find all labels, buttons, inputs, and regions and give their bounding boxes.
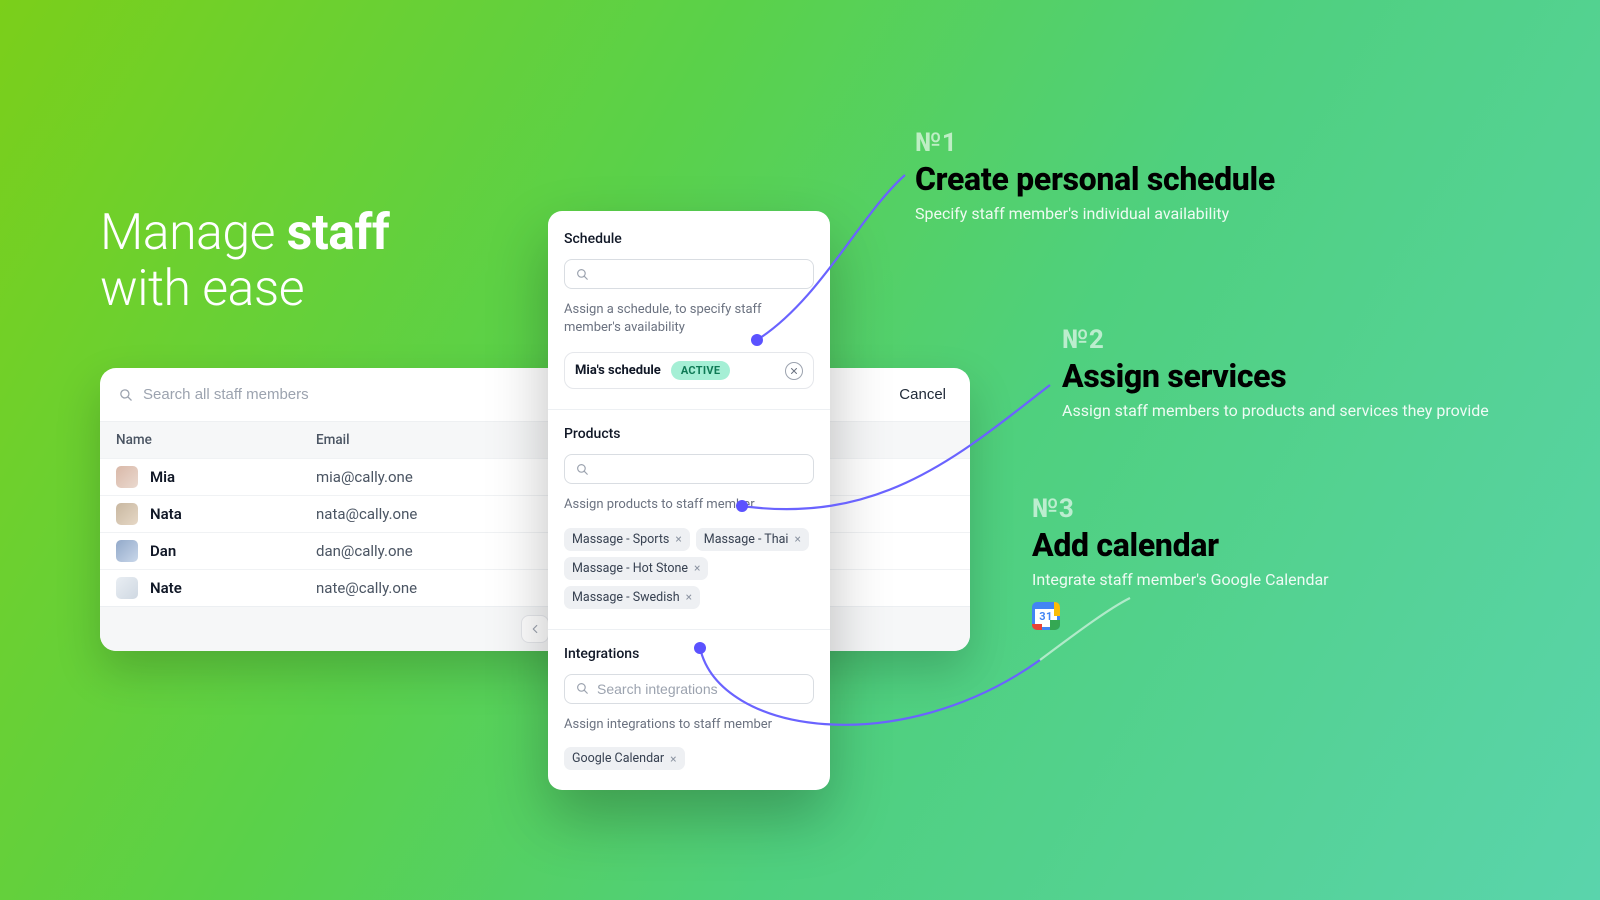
chip-label: Massage - Hot Stone — [572, 561, 688, 576]
callout-1: №1 Create personal schedule Specify staf… — [915, 128, 1275, 224]
table-row[interactable]: Nata nata@cally.one — [100, 495, 970, 532]
callout-desc: Assign staff members to products and ser… — [1062, 401, 1489, 421]
chip-label: Massage - Swedish — [572, 590, 680, 605]
schedule-section-title: Schedule — [564, 231, 814, 247]
chip-remove-icon[interactable]: × — [670, 753, 676, 765]
staff-detail-card: Schedule Assign a schedule, to specify s… — [548, 211, 830, 790]
product-chip[interactable]: Massage - Hot Stone × — [564, 557, 708, 580]
staff-name: Nata — [150, 505, 182, 523]
search-icon — [575, 462, 589, 477]
staff-table-header: Name Email — [100, 421, 970, 458]
schedule-item[interactable]: Mia's schedule ACTIVE — [564, 352, 814, 389]
chip-label: Massage - Thai — [704, 532, 789, 547]
staff-pagination — [100, 606, 970, 651]
avatar — [116, 503, 138, 525]
product-chip[interactable]: Massage - Sports × — [564, 528, 690, 551]
callout-number: №2 — [1062, 325, 1489, 355]
avatar — [116, 577, 138, 599]
schedule-search[interactable] — [564, 259, 814, 289]
close-icon — [789, 366, 799, 376]
products-search[interactable] — [564, 454, 814, 484]
products-chips: Massage - Sports × Massage - Thai × Massag… — [564, 528, 814, 609]
product-chip[interactable]: Massage - Thai × — [696, 528, 809, 551]
status-badge: ACTIVE — [671, 361, 731, 380]
col-name: Name — [116, 432, 316, 448]
cancel-button[interactable]: Cancel — [895, 380, 950, 409]
products-help: Assign products to staff member — [564, 496, 814, 514]
staff-list-card: Cancel Name Email Mia mia@cally.one Nata… — [100, 368, 970, 651]
headline-text-2: with ease — [100, 260, 304, 318]
callout-desc: Specify staff member's individual availa… — [915, 204, 1275, 224]
chevron-left-icon — [528, 622, 542, 636]
products-search-input[interactable] — [597, 461, 803, 477]
integrations-chips: Google Calendar × — [564, 747, 814, 770]
integration-chip[interactable]: Google Calendar × — [564, 747, 685, 770]
schedule-search-input[interactable] — [597, 266, 803, 282]
integrations-help: Assign integrations to staff member — [564, 716, 814, 734]
chip-label: Massage - Sports — [572, 532, 669, 547]
chip-remove-icon[interactable]: × — [694, 562, 700, 574]
callout-title: Create personal schedule — [915, 160, 1275, 198]
schedule-name: Mia's schedule — [575, 363, 661, 378]
callout-number: №1 — [915, 128, 1275, 158]
integrations-section-title: Integrations — [564, 646, 814, 662]
search-icon — [575, 267, 589, 282]
avatar — [116, 466, 138, 488]
table-row[interactable]: Nate nate@cally.one — [100, 569, 970, 606]
page-headline: Manage staff with ease — [100, 205, 389, 317]
integrations-search-input[interactable] — [597, 681, 803, 697]
schedule-help: Assign a schedule, to specify staff memb… — [564, 301, 814, 336]
staff-name: Mia — [150, 468, 175, 486]
headline-strong: staff — [287, 204, 390, 262]
table-row[interactable]: Mia mia@cally.one — [100, 458, 970, 495]
remove-schedule-button[interactable] — [785, 362, 803, 380]
chip-remove-icon[interactable]: × — [675, 533, 681, 545]
divider — [548, 629, 830, 630]
table-row[interactable]: Dan dan@cally.one — [100, 532, 970, 569]
callout-title: Assign services — [1062, 357, 1489, 395]
staff-name: Nate — [150, 579, 182, 597]
products-section-title: Products — [564, 426, 814, 442]
staff-name: Dan — [150, 542, 176, 560]
divider — [548, 409, 830, 410]
chip-remove-icon[interactable]: × — [794, 533, 800, 545]
google-calendar-icon: 31 — [1032, 602, 1060, 630]
callout-title: Add calendar — [1032, 526, 1329, 564]
search-icon — [118, 387, 133, 402]
callout-3: №3 Add calendar Integrate staff member's… — [1032, 494, 1329, 634]
callout-number: №3 — [1032, 494, 1329, 524]
avatar — [116, 540, 138, 562]
gcal-day: 31 — [1032, 602, 1060, 630]
callout-2: №2 Assign services Assign staff members … — [1062, 325, 1489, 421]
headline-text-1: Manage — [100, 204, 287, 262]
chip-label: Google Calendar — [572, 751, 664, 766]
chip-remove-icon[interactable]: × — [686, 591, 692, 603]
staff-search-bar: Cancel — [100, 368, 970, 421]
product-chip[interactable]: Massage - Swedish × — [564, 586, 700, 609]
integrations-search[interactable] — [564, 674, 814, 704]
callout-desc: Integrate staff member's Google Calendar — [1032, 570, 1329, 590]
prev-page-button[interactable] — [521, 615, 549, 643]
search-icon — [575, 681, 589, 696]
